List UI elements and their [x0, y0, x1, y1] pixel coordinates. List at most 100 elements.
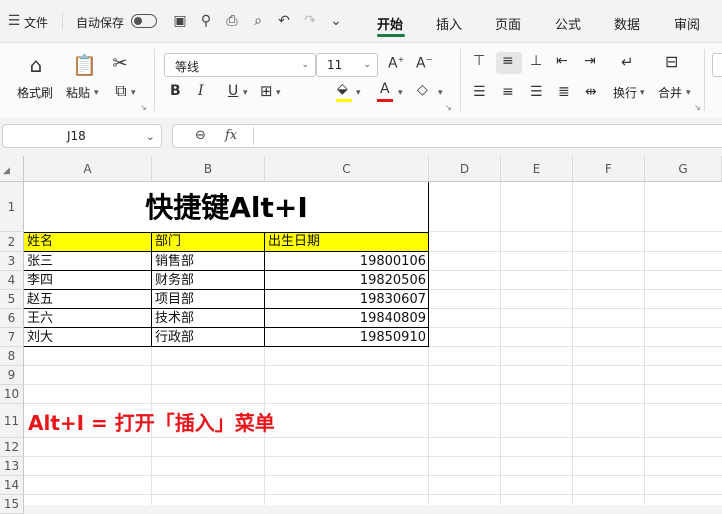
merge-label[interactable]: 合并 [658, 84, 682, 101]
row-header-2[interactable]: 2 [0, 232, 24, 252]
table-cell-department[interactable]: 行政部 [155, 328, 194, 347]
wrap-text-label[interactable]: 换行 [613, 84, 637, 101]
tab-data[interactable]: 数据 [614, 14, 640, 33]
header-birthdate[interactable]: 出生日期 [268, 232, 320, 251]
save-icon[interactable]: ▣ [172, 13, 188, 29]
align-top-icon[interactable]: ⊤ [473, 53, 485, 69]
decrease-font-icon[interactable]: A− [416, 55, 432, 72]
merge-icon[interactable]: ⊟ [665, 52, 678, 71]
paste-chevron-icon[interactable]: ▾ [94, 88, 99, 98]
column-header-b[interactable]: B [152, 156, 265, 182]
increase-font-icon[interactable]: A+ [388, 55, 404, 72]
copy-icon[interactable]: ⧉ [111, 81, 131, 101]
table-cell-name[interactable]: 张三 [27, 252, 53, 271]
border-icon[interactable]: ⊞ [260, 82, 273, 100]
tab-home[interactable]: 开始 [377, 14, 403, 33]
row-header-10[interactable]: 10 [0, 385, 24, 404]
copy-chevron-icon[interactable]: ▾ [131, 88, 136, 98]
table-cell-name[interactable]: 王六 [27, 309, 53, 328]
column-header-c[interactable]: C [265, 156, 429, 182]
table-cell-name[interactable]: 刘大 [27, 328, 53, 347]
table-cell-name[interactable]: 李四 [27, 271, 53, 290]
column-header-e[interactable]: E [501, 156, 573, 182]
tab-page[interactable]: 页面 [495, 14, 521, 33]
row-header-12[interactable]: 12 [0, 438, 24, 457]
format-painter-icon[interactable]: ⌂ [24, 53, 48, 77]
decrease-indent-icon[interactable]: ⇤ [556, 53, 568, 69]
row-header-14[interactable]: 14 [0, 476, 24, 495]
bold-icon[interactable]: B [170, 83, 181, 99]
row-header-8[interactable]: 8 [0, 347, 24, 366]
redo-icon[interactable]: ↷ [302, 13, 318, 29]
merge-chevron-icon[interactable]: ▾ [686, 88, 691, 98]
shortcut-note[interactable]: Alt+I = 打开「插入」菜单 [28, 407, 275, 436]
clear-format-icon[interactable]: ◇ [417, 82, 428, 98]
clear-format-chevron-icon[interactable]: ▾ [438, 88, 443, 98]
print-preview-icon[interactable]: ⌕ [250, 13, 266, 29]
distributed-icon[interactable]: ⇹ [585, 84, 597, 100]
format-painter-label[interactable]: 格式刷 [17, 84, 53, 101]
row-header-5[interactable]: 5 [0, 290, 24, 309]
format-brush-icon[interactable]: ⚲ [198, 13, 214, 29]
row-header-13[interactable]: 13 [0, 457, 24, 476]
table-cell-birthdate[interactable]: 19850910 [266, 328, 426, 347]
undo-icon[interactable]: ↶ [276, 13, 292, 29]
column-header-a[interactable]: A [24, 156, 152, 182]
border-chevron-icon[interactable]: ▾ [276, 88, 281, 98]
row-header-1[interactable]: 1 [0, 182, 24, 232]
autosave-toggle[interactable] [131, 14, 157, 28]
italic-icon[interactable]: I [198, 83, 204, 99]
increase-indent-icon[interactable]: ⇥ [584, 53, 596, 69]
clipboard-launcher-icon[interactable]: ↘ [140, 103, 147, 112]
zoom-search-icon[interactable]: ⊖ [195, 128, 206, 143]
cut-icon[interactable]: ✂ [110, 53, 130, 74]
font-color-icon[interactable]: A [380, 81, 390, 97]
chevron-down-icon[interactable]: ⌄ [328, 13, 344, 29]
align-center-icon[interactable]: ≡ [502, 84, 514, 100]
fill-color-chevron-icon[interactable]: ▾ [356, 88, 361, 98]
font-size-select[interactable]: 11 ⌄ [316, 53, 378, 77]
header-name[interactable]: 姓名 [27, 232, 53, 251]
underline-icon[interactable]: U [228, 83, 238, 99]
row-header-9[interactable]: 9 [0, 366, 24, 385]
fx-icon[interactable]: fx [225, 128, 237, 143]
table-cell-birthdate[interactable]: 19840809 [266, 309, 426, 328]
column-header-f[interactable]: F [573, 156, 645, 182]
underline-chevron-icon[interactable]: ▾ [243, 88, 248, 98]
font-color-chevron-icon[interactable]: ▾ [398, 88, 403, 98]
row-header-3[interactable]: 3 [0, 252, 24, 271]
row-header-11[interactable]: 11 [0, 404, 24, 438]
menu-icon[interactable]: ☰ [6, 13, 22, 29]
select-all-corner[interactable]: ◢ [0, 156, 24, 182]
justify-icon[interactable]: ≣ [558, 84, 570, 100]
print-icon[interactable]: ⎙ [224, 13, 240, 29]
wrap-text-chevron-icon[interactable]: ▾ [640, 88, 645, 98]
align-right-icon[interactable]: ☰ [530, 84, 543, 100]
table-cell-birthdate[interactable]: 19800106 [266, 252, 426, 271]
align-middle-icon[interactable]: ≡ [502, 53, 514, 69]
table-cell-birthdate[interactable]: 19820506 [266, 271, 426, 290]
paste-icon[interactable]: 📋 [72, 53, 97, 77]
font-name-select[interactable]: 等线 ⌄ [164, 53, 316, 77]
paste-label[interactable]: 粘贴 [66, 84, 90, 101]
wrap-text-icon[interactable]: ↵ [621, 53, 634, 71]
number-format-select[interactable] [712, 53, 722, 77]
header-department[interactable]: 部门 [155, 232, 181, 251]
table-cell-department[interactable]: 财务部 [155, 271, 194, 290]
row-header-4[interactable]: 4 [0, 271, 24, 290]
tab-review[interactable]: 审阅 [674, 14, 700, 33]
align-left-icon[interactable]: ☰ [473, 84, 486, 100]
file-menu[interactable]: 文件 [24, 14, 48, 31]
table-cell-department[interactable]: 销售部 [155, 252, 194, 271]
column-header-d[interactable]: D [429, 156, 501, 182]
row-header-7[interactable]: 7 [0, 328, 24, 347]
font-launcher-icon[interactable]: ↘ [445, 103, 452, 112]
table-cell-birthdate[interactable]: 19830607 [266, 290, 426, 309]
column-header-g[interactable]: G [645, 156, 722, 182]
table-cell-name[interactable]: 赵五 [27, 290, 53, 309]
title-cell[interactable]: 快捷键Alt+I [24, 182, 429, 232]
fill-color-icon[interactable]: ⬙ [337, 81, 348, 97]
alignment-launcher-icon[interactable]: ↘ [694, 103, 701, 112]
tab-formula[interactable]: 公式 [555, 14, 581, 33]
table-cell-department[interactable]: 技术部 [155, 309, 194, 328]
